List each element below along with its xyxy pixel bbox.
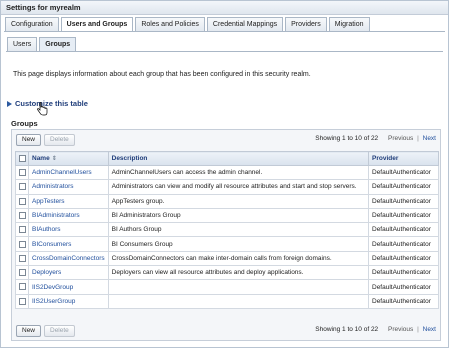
table-body: AdminChannelUsers AdminChannelUsers can a… — [15, 164, 439, 309]
row-checkbox[interactable] — [18, 240, 26, 248]
row-checkbox[interactable] — [18, 183, 26, 191]
pager: Showing 1 to 10 of 22 Previous | Next — [315, 326, 436, 333]
group-name-link[interactable]: BIAuthors — [32, 226, 61, 233]
subtab-users[interactable]: Users — [7, 37, 38, 51]
column-header-name[interactable]: Name ⇕ — [28, 151, 109, 166]
group-description: Deployers can view all resource attribut… — [107, 265, 370, 281]
new-button[interactable]: New — [16, 325, 42, 337]
table-row: BIConsumers BI Consumers Group DefaultAuth… — [15, 236, 439, 252]
customize-label: Customize this table — [15, 99, 88, 108]
group-provider: DefaultAuthenticator — [368, 179, 439, 195]
new-button[interactable]: New — [16, 134, 42, 146]
customize-table-link[interactable]: Customize this table — [7, 99, 88, 108]
table-row: CrossDomainConnectors CrossDomainConnecto… — [15, 250, 439, 267]
delete-button[interactable]: Delete — [44, 325, 75, 337]
group-provider: DefaultAuthenticator — [368, 164, 439, 181]
row-checkbox[interactable] — [18, 269, 26, 277]
row-checkbox[interactable] — [18, 297, 26, 305]
previous-link: Previous — [388, 326, 414, 333]
table-row: IIS2UserGroup DefaultAuthenticator — [15, 293, 439, 309]
group-name-link[interactable]: AdminChannelUsers — [32, 169, 92, 176]
pager-status: Showing 1 to 10 of 22 — [315, 135, 379, 142]
group-description — [107, 293, 370, 309]
tab-roles-and-policies[interactable]: Roles and Policies — [135, 17, 205, 31]
next-link[interactable]: Next — [423, 135, 436, 142]
group-name-link[interactable]: AppTesters — [32, 198, 65, 205]
table-row: Deployers Deployers can view all resource… — [15, 265, 439, 281]
group-provider: DefaultAuthenticator — [368, 265, 439, 281]
intro-text: This page displays information about eac… — [13, 71, 311, 78]
table-row: Administrators Administrators can view an… — [15, 179, 439, 195]
group-description: BI Consumers Group — [107, 236, 370, 252]
pager-status: Showing 1 to 10 of 22 — [315, 326, 379, 333]
group-provider: DefaultAuthenticator — [368, 279, 439, 295]
top-toolbar: New Delete Showing 1 to 10 of 22 Previou… — [12, 131, 440, 149]
group-name-link[interactable]: Administrators — [32, 183, 74, 190]
row-checkbox[interactable] — [18, 254, 26, 262]
page-title: Settings for myrealm — [1, 1, 448, 15]
group-name-link[interactable]: CrossDomainConnectors — [32, 255, 105, 262]
delete-button[interactable]: Delete — [44, 134, 75, 146]
tab-users-and-groups[interactable]: Users and Groups — [60, 17, 134, 32]
row-checkbox[interactable] — [18, 169, 26, 177]
tab-configuration[interactable]: Configuration — [5, 17, 59, 31]
column-header-provider[interactable]: Provider — [368, 151, 439, 166]
bottom-toolbar: New Delete Showing 1 to 10 of 22 Previou… — [12, 322, 440, 340]
group-provider: DefaultAuthenticator — [368, 293, 439, 309]
group-name-link[interactable]: BIAdministrators — [32, 212, 80, 219]
group-provider: DefaultAuthenticator — [368, 236, 439, 252]
pager-separator: | — [417, 135, 419, 142]
group-name-link[interactable]: IIS2DevGroup — [32, 284, 73, 291]
row-checkbox[interactable] — [18, 226, 26, 234]
group-name-link[interactable]: Deployers — [32, 269, 61, 276]
group-description: BI Administrators Group — [107, 207, 370, 224]
table-row: AppTesters AppTesters group. DefaultAuthen… — [15, 193, 439, 209]
select-all-cell — [15, 151, 29, 166]
pager: Showing 1 to 10 of 22 Previous | Next — [315, 135, 436, 142]
group-description — [107, 279, 370, 295]
row-checkbox[interactable] — [18, 283, 26, 291]
sub-tabs: Users Groups — [7, 37, 78, 51]
section-title: Groups — [11, 119, 38, 128]
row-checkbox[interactable] — [18, 211, 26, 219]
subtab-groups[interactable]: Groups — [39, 37, 77, 51]
tab-providers[interactable]: Providers — [285, 17, 327, 31]
expand-triangle-icon — [7, 100, 12, 107]
groups-table: Name ⇕ Description Provider AdminChannelU… — [15, 151, 439, 309]
group-name-link[interactable]: BIConsumers — [32, 241, 71, 248]
row-checkbox[interactable] — [18, 197, 26, 205]
group-description: CrossDomainConnectors can make inter-dom… — [107, 250, 370, 267]
group-provider: DefaultAuthenticator — [368, 250, 439, 267]
group-name-link[interactable]: IIS2UserGroup — [32, 298, 75, 305]
pager-separator: | — [417, 326, 419, 333]
group-description: BI Authors Group — [107, 222, 370, 238]
tabs-divider — [4, 31, 445, 32]
select-all-checkbox[interactable] — [18, 154, 26, 162]
group-provider: DefaultAuthenticator — [368, 193, 439, 209]
previous-link: Previous — [388, 135, 414, 142]
tab-migration[interactable]: Migration — [328, 17, 370, 31]
group-provider: DefaultAuthenticator — [368, 207, 439, 224]
table-row: AdminChannelUsers AdminChannelUsers can a… — [15, 164, 439, 181]
table-header-row: Name ⇕ Description Provider — [15, 151, 439, 166]
sort-ascending-icon: ⇕ — [51, 156, 57, 162]
settings-panel: Settings for myrealm Configuration Users… — [0, 0, 449, 348]
groups-table-container: New Delete Showing 1 to 10 of 22 Previou… — [11, 129, 441, 341]
group-description: AdminChannelUsers can access the admin c… — [107, 164, 370, 181]
table-row: BIAdministrators BI Administrators Group D… — [15, 207, 439, 224]
next-link[interactable]: Next — [423, 326, 436, 333]
table-row: BIAuthors BI Authors Group DefaultAuthenti… — [15, 222, 439, 238]
tab-credential-mappings[interactable]: Credential Mappings — [206, 17, 284, 31]
group-description: Administrators can view and modify all r… — [107, 179, 370, 195]
group-provider: DefaultAuthenticator — [368, 222, 439, 238]
table-row: IIS2DevGroup DefaultAuthenticator — [15, 279, 439, 295]
main-tabs: Configuration Users and Groups Roles and… — [5, 17, 372, 32]
subtabs-divider — [6, 51, 443, 52]
column-header-description[interactable]: Description — [107, 151, 370, 166]
group-description: AppTesters group. — [107, 193, 370, 209]
